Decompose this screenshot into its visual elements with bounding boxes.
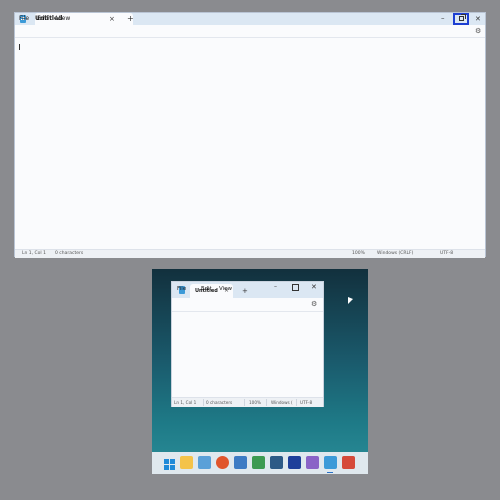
document-viewer-icon[interactable] — [234, 456, 247, 469]
notepad-window-restored: Untitled × + – ✕ File Edit View ⚙ Ln 1, … — [171, 281, 324, 407]
new-tab-button[interactable]: + — [127, 13, 134, 25]
text-editor[interactable] — [172, 311, 323, 398]
status-position: Ln 1, Col 1 — [174, 400, 197, 405]
text-caret — [19, 44, 20, 50]
status-characters: 0 characters — [55, 251, 84, 256]
status-bar: Ln 1, Col 1 0 characters 100% Windows (C… — [15, 249, 485, 258]
status-divider — [266, 399, 267, 406]
close-button[interactable]: ✕ — [311, 282, 317, 292]
status-bar: Ln 1, Col 1 0 characters 100% Windows ( … — [172, 397, 323, 407]
status-zoom[interactable]: 100% — [249, 398, 261, 407]
lwriter-icon[interactable] — [288, 456, 301, 469]
mouse-cursor-icon — [348, 297, 353, 304]
status-encoding[interactable]: UTF-8 — [300, 398, 312, 407]
gear-icon[interactable]: ⚙ — [475, 26, 481, 36]
spreadsheet-icon[interactable] — [252, 456, 265, 469]
store-icon[interactable] — [270, 456, 283, 469]
status-characters: 0 characters — [206, 400, 233, 405]
status-zoom[interactable]: 100% — [352, 250, 365, 258]
new-tab-button[interactable]: + — [242, 285, 248, 297]
active-indicator — [327, 472, 333, 473]
status-divider — [296, 399, 297, 406]
firefox-icon[interactable] — [216, 456, 229, 469]
notepad-window-maximized: Untitled × + – ✕ File Edit View ⚙ Ln 1, … — [14, 12, 486, 258]
status-line-ending[interactable]: Windows (CRLF) — [377, 250, 413, 258]
desktop-preview: Untitled × + – ✕ File Edit View ⚙ Ln 1, … — [152, 269, 368, 474]
status-line-ending[interactable]: Windows ( — [271, 398, 293, 407]
menu-file[interactable]: File — [177, 284, 186, 294]
menu-edit[interactable]: Edit — [37, 14, 49, 24]
tab-close-icon[interactable]: × — [109, 13, 115, 25]
taskbar — [152, 452, 368, 474]
status-divider — [203, 399, 204, 406]
gear-icon[interactable]: ⚙ — [311, 299, 317, 309]
status-position: Ln 1, Col 1 — [22, 251, 46, 256]
menu-file[interactable]: File — [19, 14, 29, 24]
restore-icon — [459, 14, 466, 21]
menu-bar — [172, 298, 323, 311]
paint-icon[interactable] — [342, 456, 355, 469]
status-divider — [244, 399, 245, 406]
minimize-button[interactable]: – — [274, 282, 277, 292]
text-editor[interactable] — [15, 37, 485, 250]
restore-down-button[interactable] — [453, 13, 469, 25]
menu-bar — [15, 25, 485, 37]
menu-edit[interactable]: Edit — [201, 284, 212, 294]
visual-studio-icon[interactable] — [306, 456, 319, 469]
minimize-button[interactable]: – — [441, 12, 445, 24]
menu-view[interactable]: View — [219, 284, 232, 294]
windows-start-icon[interactable] — [163, 456, 176, 470]
status-encoding[interactable]: UTF-8 — [440, 250, 453, 258]
photo-viewer-icon[interactable] — [198, 456, 211, 469]
file-explorer-icon[interactable] — [180, 456, 193, 469]
maximize-button[interactable] — [292, 284, 299, 291]
close-button[interactable]: ✕ — [475, 13, 481, 25]
notepad-icon[interactable] — [324, 456, 337, 473]
menu-view[interactable]: View — [56, 14, 70, 24]
